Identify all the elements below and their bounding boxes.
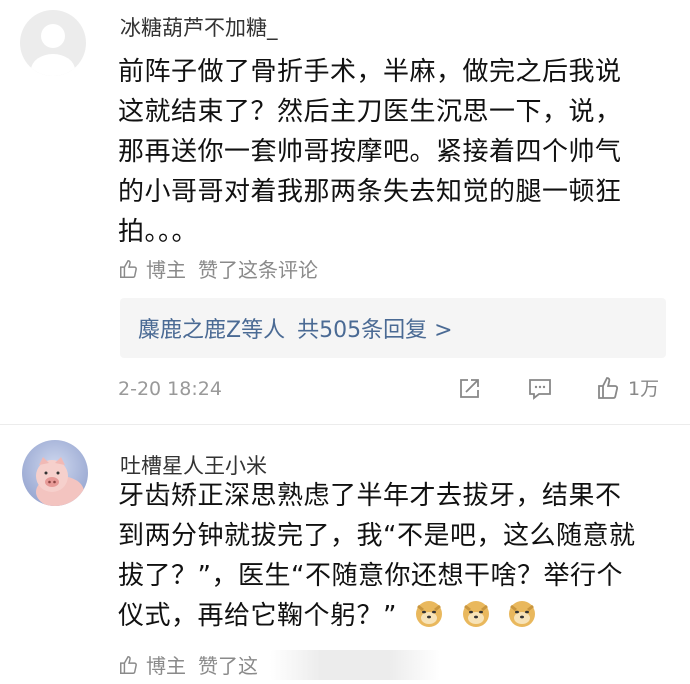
comment-line: 这就结束了？然后主刀医生沉思一下，说， [118, 97, 622, 127]
doge-emoji [509, 601, 536, 627]
doge-emoji [415, 601, 442, 627]
comment-username[interactable]: 冰糖葫芦不加糖_ [120, 12, 278, 42]
comment-line-with-emoji: 仪式，再给它鞠个躬？” [118, 596, 635, 636]
timestamp: 2-20 18:24 [118, 378, 222, 400]
avatar-default[interactable] [20, 10, 86, 76]
reply-count[interactable]: 共505条回复 > [297, 312, 452, 344]
thumb-up-icon [120, 655, 137, 674]
pig-avatar-icon [22, 440, 88, 506]
liked-text: 赞了这 [198, 654, 258, 678]
comment-line: 拍。。。 [118, 217, 199, 247]
doge-emoji [462, 601, 489, 627]
comment-line: 到两分钟就拔完了，我“不是吧，这么随意就 [118, 521, 636, 551]
comment-divider [0, 424, 690, 425]
like-button[interactable]: 1万 [596, 374, 659, 401]
share-icon [460, 379, 479, 398]
default-avatar-icon [20, 10, 86, 76]
comment-button[interactable] [527, 376, 553, 402]
liked-by-author: 博主 [146, 258, 186, 282]
comment-line: 牙齿矫正深思熟虑了半年才去拔牙，结果不 [118, 481, 622, 511]
comment-text: 前阵子做了骨折手术，半麻，做完之后我说 这就结束了？然后主刀医生沉思一下，说， … [118, 52, 622, 252]
like-count: 1万 [628, 378, 660, 400]
liked-text: 赞了这条评论 [198, 258, 318, 282]
liked-by-author: 博主 [146, 654, 186, 678]
reply-summary[interactable]: 麋鹿之鹿Z等人 共505条回复 > [120, 298, 666, 358]
comment-line: 前阵子做了骨折手术，半麻，做完之后我说 [118, 57, 622, 87]
comment-meta: 2-20 18:24 [118, 378, 222, 400]
comment-line: 拔了？”，医生“不随意你还想干啥？举行个 [118, 561, 623, 591]
author-liked-row: 博主 赞了这条评论 [118, 254, 318, 283]
comment-icon [529, 379, 551, 400]
comment-line: 的小哥哥对着我那两条失去知觉的腿一顿狂 [118, 177, 622, 207]
watermark-blur [270, 650, 440, 680]
like-icon [598, 376, 619, 399]
author-liked-row: 博主 赞了这 [118, 650, 258, 679]
comment-line: 仪式，再给它鞠个躬？” [118, 601, 397, 631]
comment-line: 那再送你一套帅哥按摩吧。紧接着四个帅气 [118, 137, 622, 167]
share-button[interactable] [456, 376, 482, 402]
comment-text: 牙齿矫正深思熟虑了半年才去拔牙，结果不 到两分钟就拔完了，我“不是吧，这么随意就… [118, 476, 635, 636]
avatar-pig[interactable] [22, 440, 88, 506]
reply-names[interactable]: 麋鹿之鹿Z等人 [138, 312, 285, 344]
thumb-up-icon [120, 259, 137, 278]
